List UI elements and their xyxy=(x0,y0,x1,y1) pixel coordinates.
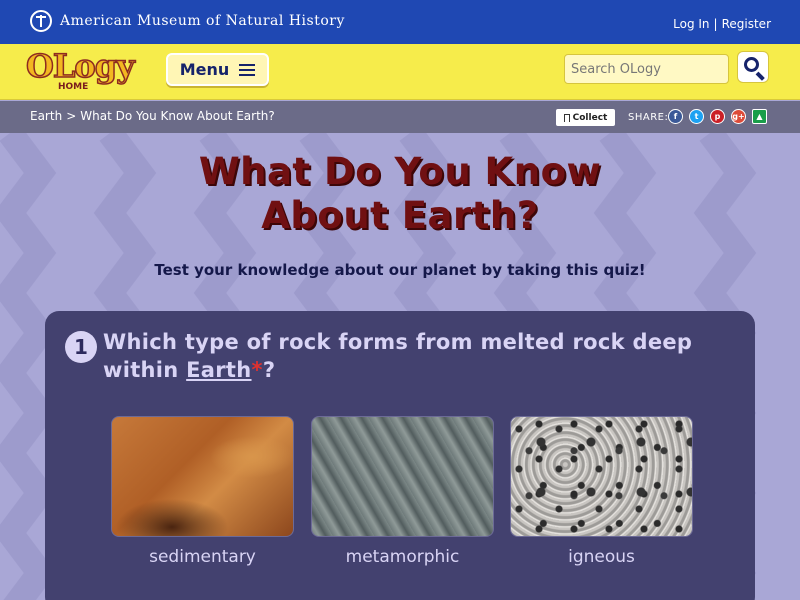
collect-label: Collect xyxy=(572,112,608,123)
classroom-icon[interactable]: ▲ xyxy=(752,109,767,124)
glossary-link-earth[interactable]: Earth xyxy=(186,358,251,382)
museum-topbar: American Museum of Natural History Log I… xyxy=(0,0,800,44)
museum-name: American Museum of Natural History xyxy=(60,13,345,29)
search-button[interactable] xyxy=(737,51,769,83)
ology-header: OLogy HOME Menu xyxy=(0,44,800,100)
search-icon xyxy=(744,57,759,72)
page-title-line1: What Do You Know xyxy=(198,150,602,193)
glossary-marker: * xyxy=(251,358,263,382)
pinterest-icon[interactable]: p xyxy=(710,109,725,124)
page-subtitle: Test your knowledge about our planet by … xyxy=(154,261,646,279)
register-link[interactable]: Register xyxy=(722,17,771,31)
ology-logo-text: OLogy xyxy=(25,46,135,86)
answer-label: sedimentary xyxy=(149,547,256,567)
question-card: 1 Which type of rock forms from melted r… xyxy=(45,311,755,600)
question-text-after: ? xyxy=(262,358,276,382)
breadcrumb-separator: > xyxy=(66,109,77,123)
answer-option-metamorphic[interactable]: metamorphic xyxy=(311,416,494,567)
bookmark-icon xyxy=(563,113,570,122)
facebook-icon[interactable]: f xyxy=(668,109,683,124)
menu-label: Menu xyxy=(179,60,230,79)
twitter-icon[interactable]: t xyxy=(689,109,704,124)
collect-button[interactable]: Collect xyxy=(556,109,615,126)
account-separator: | xyxy=(713,17,718,31)
share-label: SHARE: xyxy=(628,112,669,123)
breadcrumb-parent[interactable]: Earth xyxy=(30,109,62,123)
amnh-logo-link[interactable]: American Museum of Natural History xyxy=(30,10,345,32)
page-title: What Do You Know About Earth? xyxy=(0,150,800,238)
answer-option-sedimentary[interactable]: sedimentary xyxy=(111,416,294,567)
metamorphic-rock-image[interactable] xyxy=(311,416,494,537)
question-text: Which type of rock forms from melted roc… xyxy=(103,328,723,384)
answer-label: igneous xyxy=(568,547,635,567)
sedimentary-rock-image[interactable] xyxy=(111,416,294,537)
answer-label: metamorphic xyxy=(345,547,460,567)
breadcrumb-current: What Do You Know About Earth? xyxy=(80,109,275,123)
login-link[interactable]: Log In xyxy=(673,17,709,31)
answer-option-igneous[interactable]: igneous xyxy=(510,416,693,567)
breadcrumb-bar: Earth > What Do You Know About Earth? Co… xyxy=(0,101,800,133)
ology-home-logo[interactable]: OLogy HOME xyxy=(25,46,142,97)
search-input[interactable] xyxy=(564,54,729,84)
ology-home-label: HOME xyxy=(56,82,91,92)
menu-button[interactable]: Menu xyxy=(166,53,269,86)
igneous-rock-image[interactable] xyxy=(510,416,693,537)
hamburger-icon xyxy=(239,63,256,76)
share-icons: f t p g+ ▲ xyxy=(668,109,767,124)
account-links: Log In | Register xyxy=(673,17,771,31)
amnh-seal-icon xyxy=(30,10,52,32)
page-title-line2: About Earth? xyxy=(261,194,539,237)
google-plus-icon[interactable]: g+ xyxy=(731,109,746,124)
breadcrumb: Earth > What Do You Know About Earth? xyxy=(30,109,275,123)
question-number: 1 xyxy=(65,331,97,363)
